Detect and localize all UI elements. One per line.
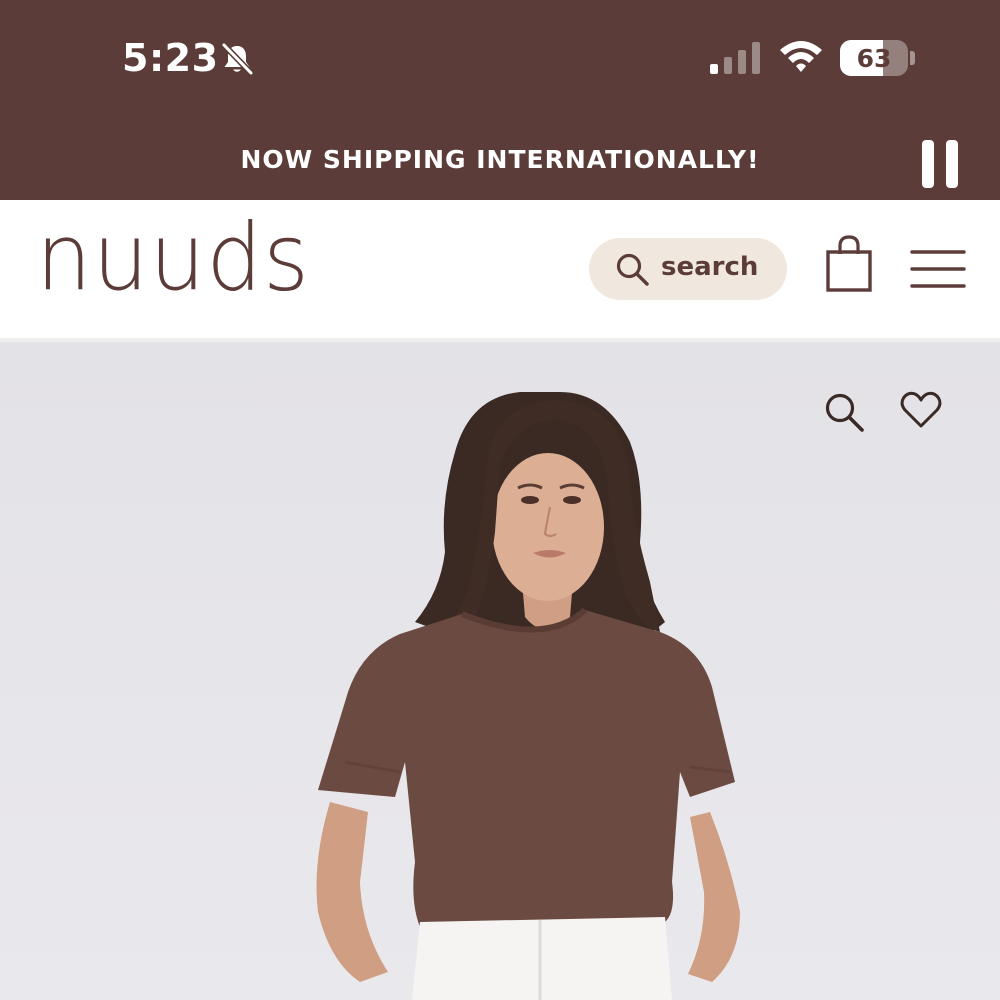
battery-cap [910, 51, 915, 65]
battery-percent: 63 [856, 43, 892, 73]
product-photo [316, 392, 740, 1000]
status-bar: 5:23 63 [0, 0, 1000, 118]
page: 5:23 63 NOW SHIPPING INTERNATIONALLY! nu… [0, 0, 1000, 1000]
site-header: nuuds search [0, 200, 1000, 342]
pause-bar-right [946, 140, 958, 188]
announcement-text: NOW SHIPPING INTERNATIONALLY! [240, 144, 760, 174]
cellular-signal-icon [710, 42, 760, 74]
search-label: search [661, 252, 759, 282]
brand-logo[interactable]: nuuds [36, 203, 310, 311]
zoom-icon[interactable] [822, 390, 866, 434]
status-time: 5:23 [122, 36, 219, 80]
bell-muted-icon [221, 42, 254, 76]
search-button[interactable]: search [589, 238, 787, 300]
pause-icon[interactable] [918, 140, 962, 190]
announcement-bar: NOW SHIPPING INTERNATIONALLY! [0, 118, 1000, 200]
shopping-bag-icon[interactable] [824, 234, 874, 294]
search-icon [616, 253, 649, 286]
battery-icon: 63 [840, 40, 908, 76]
wifi-icon [780, 41, 822, 72]
product-image[interactable] [0, 342, 1000, 1000]
hamburger-menu-icon[interactable] [910, 248, 966, 290]
heart-icon[interactable] [900, 390, 942, 430]
pause-bar-left [922, 140, 934, 188]
